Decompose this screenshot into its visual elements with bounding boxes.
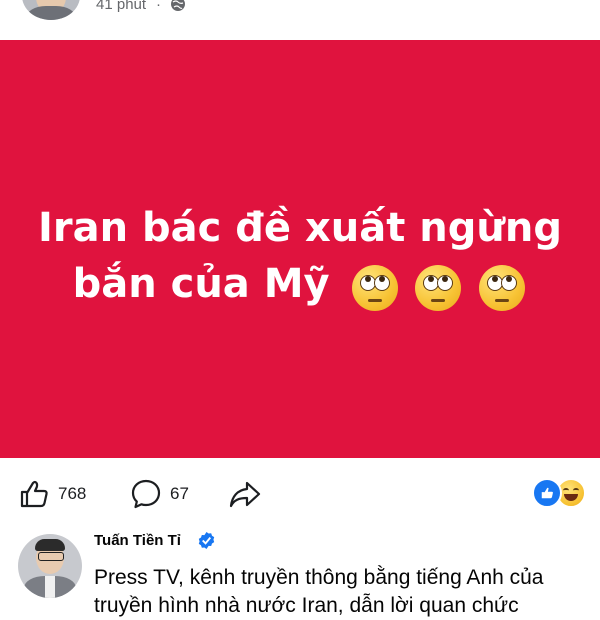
comment-text-line-1: Press TV, kênh truyền thông bằng tiếng A…: [94, 566, 544, 589]
commenter-avatar[interactable]: [18, 534, 82, 598]
comment-count: 67: [170, 484, 189, 503]
meta-separator: ·: [156, 0, 161, 13]
like-reaction-icon: [532, 478, 562, 508]
thumbs-up-icon: [20, 480, 48, 508]
verified-badge-icon: [198, 531, 215, 550]
rolling-eyes-emoji-icon: [479, 265, 526, 311]
rolling-eyes-emoji-icon: [351, 265, 398, 311]
avatar-glasses: [38, 552, 64, 561]
thumbs-up-mini-icon: [541, 487, 553, 499]
like-count: 768: [58, 484, 87, 503]
banner-line-1: Iran bác đề xuất ngừng: [38, 205, 562, 251]
emoji-group: [350, 258, 528, 314]
author-avatar[interactable]: [22, 0, 80, 20]
comment-text-line-2: truyền hình nhà nước Iran, dẫn lời quan …: [94, 594, 519, 617]
commenter-name[interactable]: Tuấn Tiền Tỉ: [94, 532, 181, 549]
banner-line-2-wrap: bắn của Mỹ: [0, 256, 600, 314]
rolling-eyes-emoji-icon: [415, 265, 462, 311]
avatar-suit: [26, 6, 76, 20]
share-arrow-icon: [229, 481, 261, 508]
comment-bubble-icon: [131, 479, 161, 509]
share-button[interactable]: [228, 478, 262, 510]
post-action-bar: 768 67: [0, 458, 600, 524]
banner-line-2: bắn của Mỹ: [72, 261, 330, 307]
banner-headline: Iran bác đề xuất ngừng bắn của Mỹ: [0, 200, 600, 314]
comment-item: Tuấn Tiền Tỉ Press TV, kênh truyền thông…: [0, 524, 600, 617]
post-header: 41 phút ·: [0, 0, 600, 40]
reaction-summary[interactable]: [532, 478, 586, 508]
avatar-hair: [35, 539, 65, 551]
avatar-shirt: [45, 576, 55, 598]
comment-button[interactable]: 67: [130, 478, 189, 510]
comment-text: Press TV, kênh truyền thông bằng tiếng A…: [94, 564, 594, 620]
post-timestamp[interactable]: 41 phút: [96, 0, 146, 13]
globe-icon: [171, 0, 185, 11]
like-button[interactable]: 768: [18, 478, 86, 510]
post-image-banner[interactable]: Iran bác đề xuất ngừng bắn của Mỹ: [0, 40, 600, 458]
